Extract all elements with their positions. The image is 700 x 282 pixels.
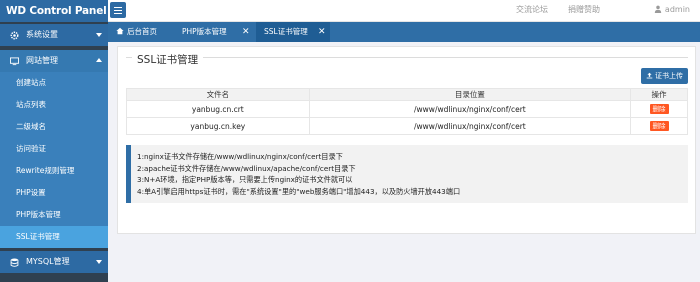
chevron-up-icon xyxy=(96,58,102,62)
sidebar-item-label: MYSQL管理 xyxy=(26,257,70,266)
chevron-down-icon xyxy=(96,260,102,264)
page-title: SSL证书管理 xyxy=(132,52,204,67)
table-row: yanbug.cn.key /www/wdlinux/nginx/conf/ce… xyxy=(126,117,688,135)
user-menu[interactable]: admin xyxy=(654,0,690,20)
cert-table: 文件名 目录位置 操作 yanbug.cn.crt /www/wdlinux/n… xyxy=(126,88,688,135)
cert-path: /www/wdlinux/nginx/conf/cert xyxy=(308,117,632,135)
close-icon[interactable]: ✕ xyxy=(242,22,250,42)
delete-button[interactable]: 删除 xyxy=(649,104,669,114)
database-icon xyxy=(10,258,19,267)
user-icon xyxy=(654,5,662,13)
cert-filename: yanbug.cn.key xyxy=(126,117,310,135)
upload-icon xyxy=(646,72,653,79)
app-logo: WD Control Panel xyxy=(0,0,108,22)
sidebar-item-create-site[interactable]: 创建站点 xyxy=(0,72,108,94)
donate-link[interactable]: 捐赠赞助 xyxy=(568,0,600,20)
column-header-action: 操作 xyxy=(630,88,688,101)
sidebar-item-ssl[interactable]: SSL证书管理 xyxy=(0,226,108,248)
tab-php-version[interactable]: PHP版本管理 ✕ xyxy=(174,22,254,42)
upload-label: 证书上传 xyxy=(655,72,683,80)
table-header-row: 文件名 目录位置 操作 xyxy=(126,88,688,101)
chevron-down-icon xyxy=(96,33,102,37)
note-line: 3:N+A环境，指定PHP版本等，只需要上传nginx的证书文件就可以 xyxy=(137,175,353,184)
cert-filename: yanbug.cn.crt xyxy=(126,100,310,118)
gear-icon xyxy=(10,31,19,40)
sidebar-item-mysql[interactable]: MYSQL管理 xyxy=(0,251,108,273)
menu-toggle-button[interactable] xyxy=(110,2,126,18)
sidebar-item-site-list[interactable]: 站点列表 xyxy=(0,94,108,116)
note-line: 1:nginx证书文件存储在/www/wdlinux/nginx/conf/ce… xyxy=(137,152,343,161)
monitor-icon xyxy=(10,57,19,66)
column-header-filename: 文件名 xyxy=(126,88,310,101)
tab-bar: 后台首页 PHP版本管理 ✕ SSL证书管理 ✕ xyxy=(108,22,700,42)
action-cell: 删除 xyxy=(630,100,688,118)
upload-cert-button[interactable]: 证书上传 xyxy=(641,68,688,84)
sidebar-item-label: 系统设置 xyxy=(26,30,58,39)
close-icon[interactable]: ✕ xyxy=(318,22,326,42)
tab-label: PHP版本管理 xyxy=(182,27,227,36)
tab-home[interactable]: 后台首页 xyxy=(108,22,172,42)
content-panel: SSL证书管理 xyxy=(117,46,696,234)
tab-label: 后台首页 xyxy=(127,27,157,36)
sidebar-item-site-management[interactable]: 网站管理 xyxy=(0,50,108,72)
action-cell: 删除 xyxy=(630,117,688,135)
sidebar-item-label: 网站管理 xyxy=(26,56,58,65)
sidebar-item-php-settings[interactable]: PHP设置 xyxy=(0,182,108,204)
sidebar: 系统设置 网站管理 创建站点 站点列表 二级域名 访问验证 Rewrite规则管… xyxy=(0,22,108,282)
sidebar-item-subdomain[interactable]: 二级域名 xyxy=(0,116,108,138)
delete-button[interactable]: 删除 xyxy=(649,121,669,131)
sidebar-item-system-settings[interactable]: 系统设置 xyxy=(0,24,108,46)
cert-path: /www/wdlinux/nginx/conf/cert xyxy=(308,100,632,118)
home-icon xyxy=(116,27,124,35)
sidebar-item-access-auth[interactable]: 访问验证 xyxy=(0,138,108,160)
sidebar-item-rewrite[interactable]: Rewrite规则管理 xyxy=(0,160,108,182)
sidebar-item-php-version[interactable]: PHP版本管理 xyxy=(0,204,108,226)
info-notes: 1:nginx证书文件存储在/www/wdlinux/nginx/conf/ce… xyxy=(126,145,688,203)
table-row: yanbug.cn.crt /www/wdlinux/nginx/conf/ce… xyxy=(126,100,688,118)
tab-label: SSL证书管理 xyxy=(264,27,308,36)
top-header: WD Control Panel 交流论坛 捐赠赞助 admin xyxy=(0,0,700,22)
forum-link[interactable]: 交流论坛 xyxy=(516,0,548,20)
note-line: 2:apache证书文件存储在/www/wdlinux/apache/conf/… xyxy=(137,163,356,173)
note-line: 4:单A引擎启用https证书时，需在"系统设置"里的"web服务端口"增加44… xyxy=(137,186,461,196)
tab-ssl[interactable]: SSL证书管理 ✕ xyxy=(256,22,330,42)
username: admin xyxy=(664,5,690,14)
column-header-path: 目录位置 xyxy=(308,88,632,101)
